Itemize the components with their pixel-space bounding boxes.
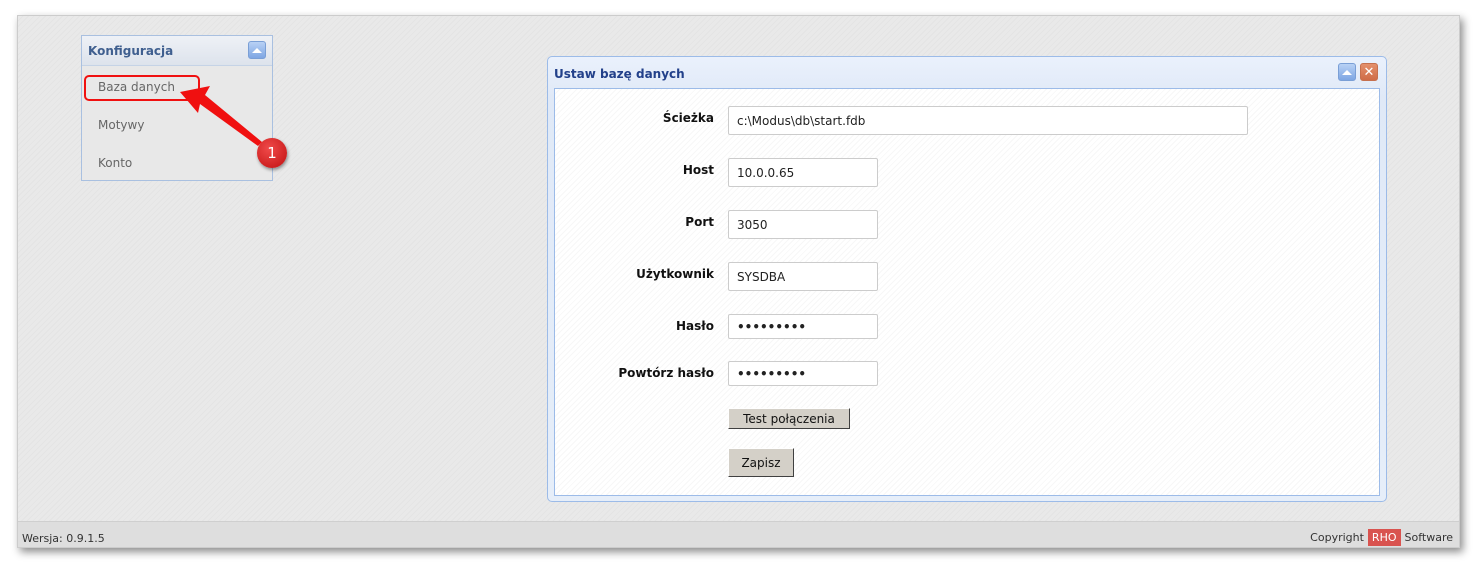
annotation-badge: 1 xyxy=(257,138,287,168)
password-label: Hasło xyxy=(676,319,714,333)
version-text: Wersja: 0.9.1.5 xyxy=(22,532,105,545)
dialog-form: Ścieżka c:\Modus\db\start.fdb Host 10.0.… xyxy=(554,88,1380,496)
port-label: Port xyxy=(685,215,714,229)
test-connection-button[interactable]: Test połączenia xyxy=(728,408,850,429)
database-dialog: Ustaw bazę danych ✕ Ścieżka c:\Modus\db\… xyxy=(547,56,1387,502)
dialog-collapse-button[interactable] xyxy=(1338,63,1356,81)
password-repeat-input[interactable]: ••••••••• xyxy=(728,361,878,386)
annotation-arrow-icon xyxy=(180,86,262,146)
host-label: Host xyxy=(682,163,714,177)
footer: Wersja: 0.9.1.5 Copyright RHO Software xyxy=(18,521,1459,547)
copyright-text: Copyright xyxy=(1310,531,1364,544)
host-input[interactable]: 10.0.0.65 xyxy=(728,158,878,187)
brand-logo: RHO xyxy=(1367,529,1401,546)
dialog-close-button[interactable]: ✕ xyxy=(1360,63,1378,81)
user-label: Użytkownik xyxy=(636,267,714,281)
close-icon: ✕ xyxy=(1363,64,1375,80)
path-input[interactable]: c:\Modus\db\start.fdb xyxy=(728,106,1248,135)
user-input[interactable]: SYSDBA xyxy=(728,262,878,291)
password-input[interactable]: ••••••••• xyxy=(728,314,878,339)
dialog-title: Ustaw bazę danych xyxy=(554,67,685,81)
path-label: Ścieżka xyxy=(662,111,714,125)
copyright: Copyright RHO Software xyxy=(1310,529,1453,546)
save-button[interactable]: Zapisz xyxy=(728,448,794,477)
chevron-up-icon xyxy=(1342,69,1352,75)
password-repeat-label: Powtórz hasło xyxy=(618,366,714,380)
software-text: Software xyxy=(1404,531,1454,544)
port-input[interactable]: 3050 xyxy=(728,210,878,239)
